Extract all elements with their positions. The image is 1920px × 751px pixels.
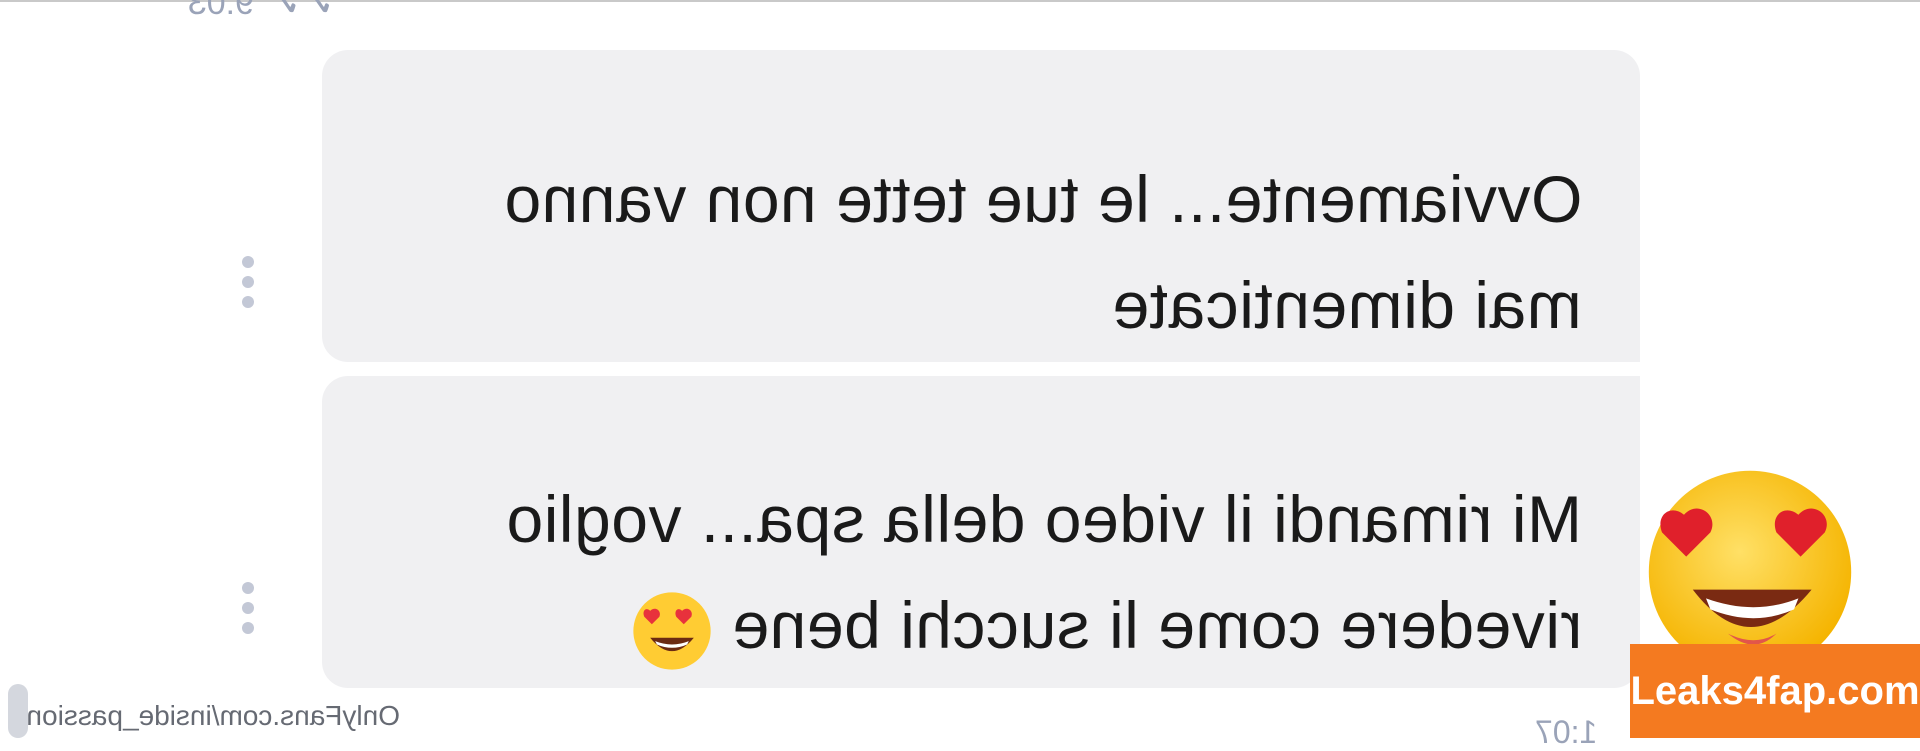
- message-text: Ovviamente... le tue tette non vanno mai…: [503, 162, 1582, 342]
- message-text: Mi rimandi il video della spa... voglio …: [322, 466, 1582, 678]
- kebab-dot: [242, 296, 254, 308]
- bottom-timestamp: 1:07: [1535, 714, 1598, 750]
- kebab-dot: [242, 622, 254, 634]
- kebab-dot: [242, 582, 254, 594]
- top-timestamp: ✓✓ 9:03: [155, 0, 335, 25]
- kebab-dot: [242, 602, 254, 614]
- kebab-dot: [242, 256, 254, 268]
- heart-eyes-emoji-icon: [632, 591, 711, 670]
- message-options-button[interactable]: [240, 582, 256, 634]
- message-options-button[interactable]: [240, 256, 256, 308]
- message-bubble[interactable]: Mi rimandi il video della spa... voglio …: [322, 376, 1640, 688]
- message-bubble[interactable]: Ovviamente... le tue tette non vanno mai…: [322, 50, 1640, 362]
- kebab-dot: [242, 276, 254, 288]
- watermark-banner: Leaks4fap.com: [1630, 644, 1920, 738]
- double-check-icon: ✓✓: [267, 0, 335, 25]
- footer-url: OnlyFans.com/inside_passion: [26, 700, 400, 731]
